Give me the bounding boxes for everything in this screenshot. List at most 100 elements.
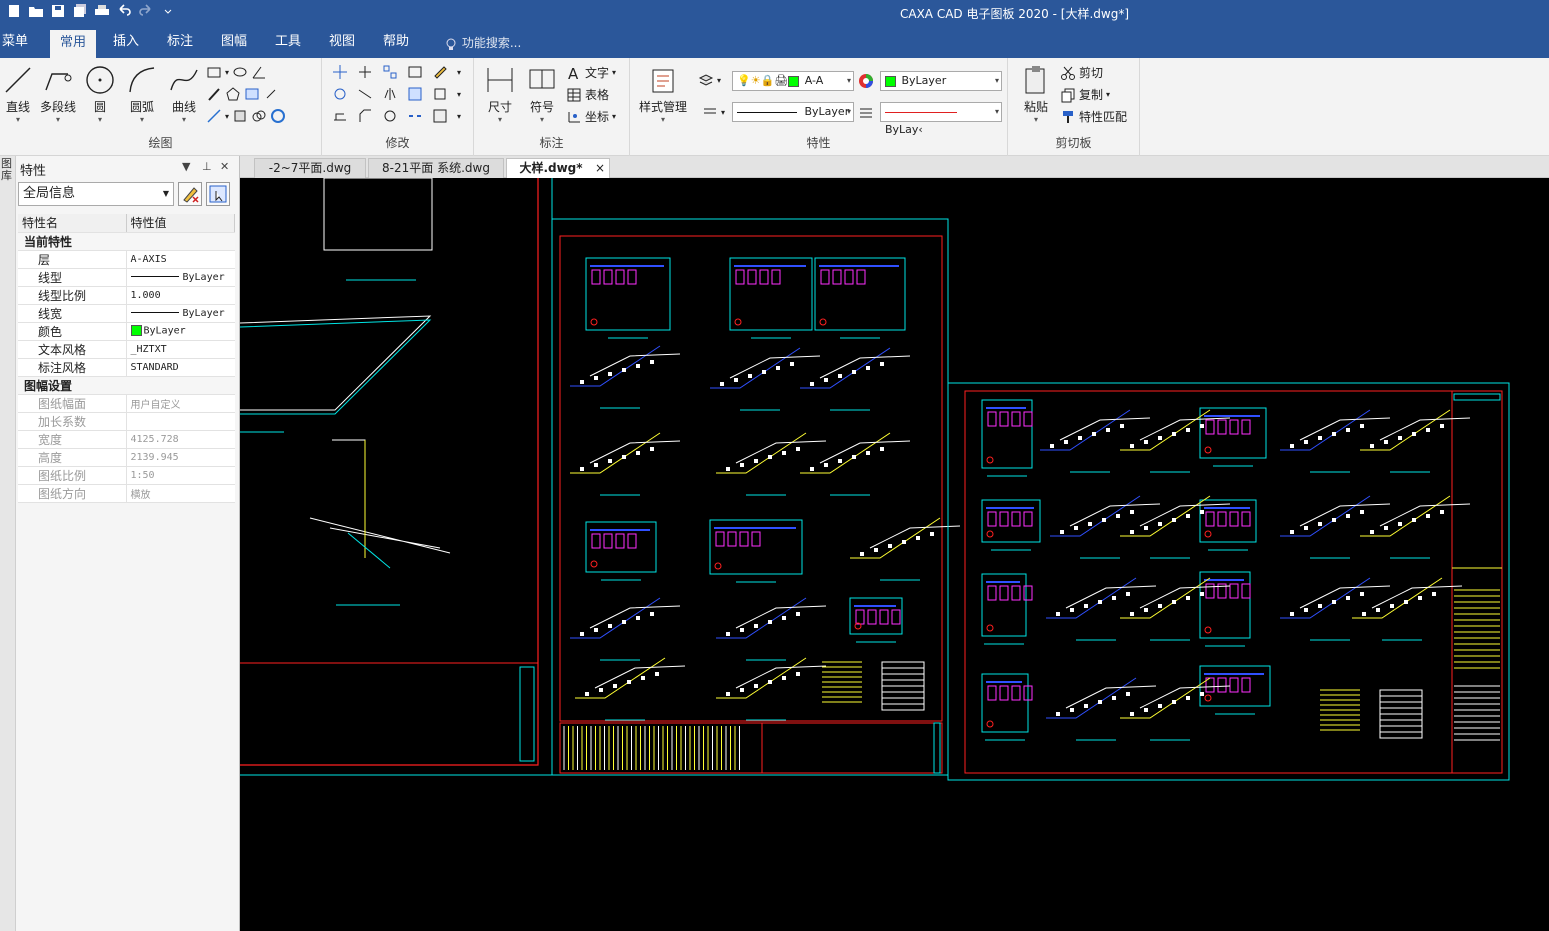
angle-line-icon[interactable]	[251, 64, 267, 80]
polygon-icon[interactable]	[225, 86, 241, 102]
tab-help[interactable]: 帮助	[376, 26, 416, 58]
edit-icon[interactable]	[432, 108, 448, 124]
close-tab-icon[interactable]: ×	[595, 159, 605, 178]
property-row[interactable]: 线宽 ByLayer	[18, 304, 235, 323]
property-value[interactable]: ByLayer	[126, 304, 235, 323]
symbol-button[interactable]: 符号 ▾	[522, 64, 562, 124]
selection-dropdown[interactable]: 全局信息 ▼	[18, 182, 174, 206]
ellipse-icon[interactable]	[232, 64, 248, 80]
section-header[interactable]: 当前特性	[18, 232, 235, 251]
pen-icon[interactable]	[206, 86, 222, 102]
property-value[interactable]: 横放	[126, 484, 235, 503]
property-value[interactable]: STANDARD	[126, 358, 235, 377]
tab-sheet[interactable]: 图幅	[214, 26, 254, 58]
close-icon[interactable]: ✕	[220, 160, 229, 173]
line-button[interactable]: 直线 ▾	[0, 64, 38, 124]
table-tool[interactable]: 表格	[566, 86, 609, 103]
panel-menu-chevron-icon[interactable]: ▼	[182, 160, 190, 173]
circle-button[interactable]: 圆 ▾	[80, 64, 120, 124]
tab-home[interactable]: 常用	[50, 30, 96, 58]
copy-tool[interactable]: 复制 ▾	[1060, 86, 1110, 103]
move-icon[interactable]	[332, 64, 348, 80]
property-value[interactable]: 2139.945	[126, 448, 235, 467]
linewidth-combo[interactable]: ByLay‹ ▾	[880, 102, 1002, 136]
property-section[interactable]: 当前特性	[18, 232, 235, 251]
pin-icon[interactable]: ⊥	[202, 160, 212, 173]
linetype-combo[interactable]: ByLayer ▾	[732, 102, 854, 122]
property-row[interactable]: 线型比例 1.000	[18, 286, 235, 305]
cloud-icon[interactable]	[251, 108, 267, 124]
tab-menu[interactable]: 菜单	[0, 26, 30, 58]
curve-button[interactable]: 曲线 ▾	[164, 64, 204, 124]
color-wheel-icon[interactable]	[858, 73, 874, 89]
select-objects-button[interactable]	[206, 182, 230, 206]
property-value[interactable]: A-AXIS	[126, 250, 235, 269]
doc-tab-1[interactable]: -2~7平面.dwg	[254, 158, 366, 178]
lineweight-icon[interactable]	[858, 105, 874, 121]
property-value[interactable]: 4125.728	[126, 430, 235, 449]
tab-insert[interactable]: 插入	[106, 26, 146, 58]
hatch-icon[interactable]	[244, 86, 260, 102]
property-value[interactable]	[126, 412, 235, 431]
color-combo[interactable]: ByLayer ▾	[880, 71, 1002, 91]
property-value[interactable]: _HZTXT	[126, 340, 235, 359]
style-manager-button[interactable]: 样式管理 ▾	[634, 64, 692, 124]
property-value[interactable]: ByLayer	[126, 268, 235, 287]
property-row[interactable]: 标注风格 STANDARD	[18, 358, 235, 377]
rotate-icon[interactable]	[332, 86, 348, 102]
coordinate-tool[interactable]: 坐标 ▾	[566, 108, 616, 125]
offset-icon[interactable]	[407, 64, 423, 80]
linestyle-menu[interactable]: ▾	[702, 104, 725, 120]
property-row[interactable]: 高度 2139.945	[18, 448, 235, 467]
feature-search[interactable]: 功能搜索...	[444, 34, 521, 51]
tab-tools[interactable]: 工具	[268, 26, 308, 58]
property-value[interactable]: 1.000	[126, 286, 235, 305]
donut-icon[interactable]	[270, 108, 286, 124]
property-row[interactable]: 图纸比例 1:50	[18, 466, 235, 485]
layer-manager[interactable]: ▾	[698, 72, 721, 88]
property-row[interactable]: 线型 ByLayer	[18, 268, 235, 287]
property-value[interactable]: ByLayer	[126, 322, 235, 341]
property-row[interactable]: 层 A-AXIS	[18, 250, 235, 269]
eraser-icon[interactable]	[432, 64, 448, 80]
tab-annotate[interactable]: 标注	[160, 26, 200, 58]
doc-tab-3[interactable]: 大样.dwg* ×	[506, 158, 610, 178]
property-row[interactable]: 图纸方向 横放	[18, 484, 235, 503]
property-section[interactable]: 图幅设置	[18, 376, 235, 395]
paste-button[interactable]: 粘贴 ▾	[1016, 64, 1056, 124]
rectangle-icon[interactable]	[206, 64, 222, 80]
polyline-button[interactable]: 多段线 ▾	[38, 64, 78, 124]
property-row[interactable]: 加长系数	[18, 412, 235, 431]
property-row[interactable]: 宽度 4125.728	[18, 430, 235, 449]
array-icon[interactable]	[382, 64, 398, 80]
library-side-tab[interactable]: 图库	[1, 158, 15, 182]
text-tool[interactable]: A 文字 ▾	[566, 64, 616, 81]
mirror-icon[interactable]	[382, 86, 398, 102]
arc-button[interactable]: 圆弧 ▾	[122, 64, 162, 124]
quick-select-button[interactable]	[178, 182, 202, 206]
pointer-icon[interactable]	[263, 86, 279, 102]
property-row[interactable]: 图纸幅面 用户自定义	[18, 394, 235, 413]
match-properties-tool[interactable]: 特性匹配	[1060, 108, 1127, 125]
construction-line-icon[interactable]	[206, 108, 222, 124]
break-icon[interactable]	[407, 108, 423, 124]
section-header[interactable]: 图幅设置	[18, 376, 235, 395]
drawing-canvas[interactable]	[239, 177, 1549, 931]
chamfer-icon[interactable]	[357, 108, 373, 124]
extend-icon[interactable]	[357, 86, 373, 102]
block-icon[interactable]	[232, 108, 248, 124]
explode-icon[interactable]	[432, 86, 448, 102]
stretch-icon[interactable]	[332, 108, 348, 124]
fillet-icon[interactable]	[382, 108, 398, 124]
scale-icon[interactable]	[407, 86, 423, 102]
dimension-button[interactable]: 尺寸 ▾	[480, 64, 520, 124]
layer-combo[interactable]: 💡☀🔒🖨 A-A ▾	[732, 71, 854, 91]
cut-tool[interactable]: 剪切	[1060, 64, 1103, 81]
property-value[interactable]: 1:50	[126, 466, 235, 485]
property-value[interactable]: 用户自定义	[126, 394, 235, 413]
trim-icon[interactable]	[357, 64, 373, 80]
tab-view[interactable]: 视图	[322, 26, 362, 58]
doc-tab-2[interactable]: 8-21平面 系统.dwg	[368, 158, 504, 178]
property-row[interactable]: 颜色 ByLayer	[18, 322, 235, 341]
property-row[interactable]: 文本风格 _HZTXT	[18, 340, 235, 359]
